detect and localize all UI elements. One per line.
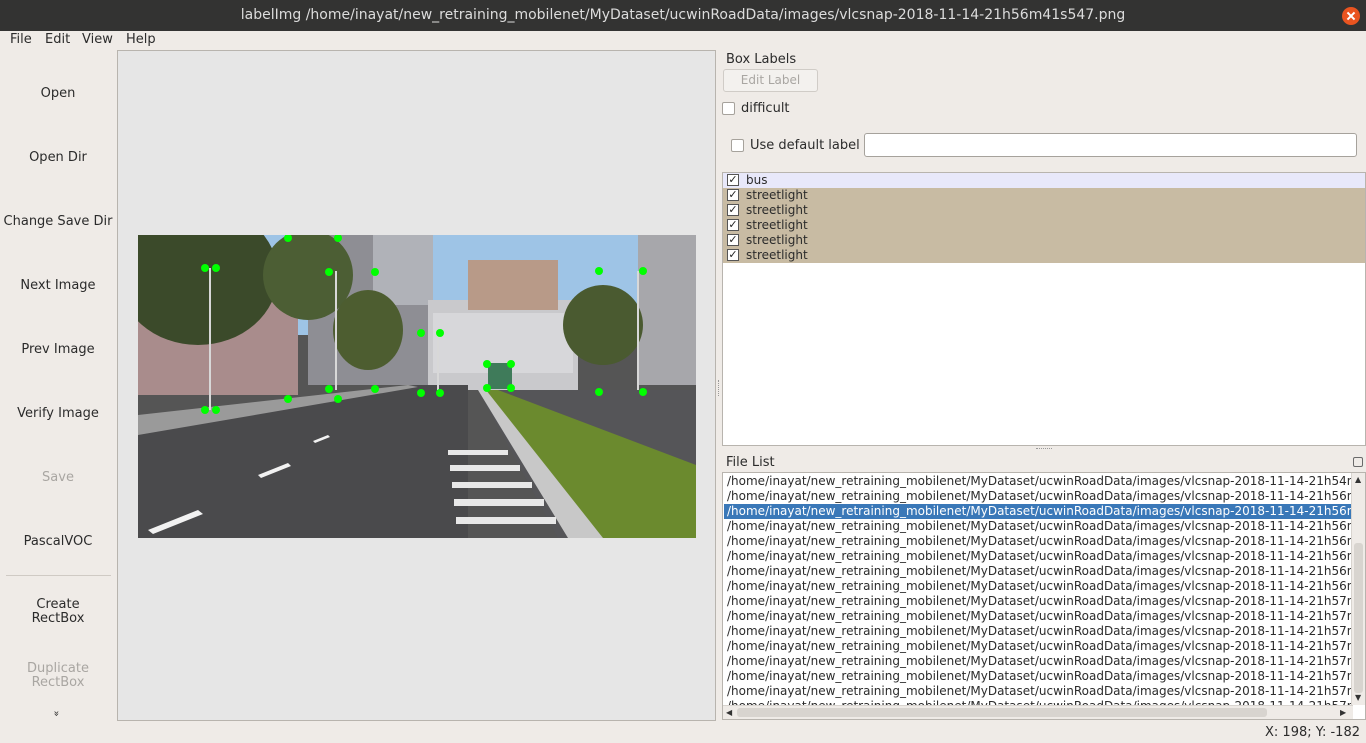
file-list-item[interactable]: /home/inayat/new_retraining_mobilenet/My… — [724, 684, 1352, 699]
file-list-item[interactable]: /home/inayat/new_retraining_mobilenet/My… — [724, 624, 1352, 639]
panel-splitter-vertical[interactable] — [718, 380, 720, 396]
file-list-item[interactable]: /home/inayat/new_retraining_mobilenet/My… — [724, 654, 1352, 669]
file-list-item[interactable]: /home/inayat/new_retraining_mobilenet/My… — [724, 609, 1352, 624]
box-labels-title: Box Labels — [726, 52, 797, 67]
window-title: labelImg /home/inayat/new_retraining_mob… — [240, 7, 1126, 23]
menu-bar: File Edit View Help — [0, 31, 1366, 50]
image-canvas[interactable] — [117, 50, 716, 721]
file-list-item[interactable]: /home/inayat/new_retraining_mobilenet/My… — [724, 504, 1352, 519]
file-list-item[interactable]: /home/inayat/new_retraining_mobilenet/My… — [724, 669, 1352, 684]
file-list-item[interactable]: /home/inayat/new_retraining_mobilenet/My… — [724, 474, 1352, 489]
title-bar: labelImg /home/inayat/new_retraining_mob… — [0, 0, 1366, 31]
file-list-item[interactable]: /home/inayat/new_retraining_mobilenet/My… — [724, 549, 1352, 564]
file-list-item[interactable]: /home/inayat/new_retraining_mobilenet/My… — [724, 534, 1352, 549]
file-list-item[interactable]: /home/inayat/new_retraining_mobilenet/My… — [724, 594, 1352, 609]
horizontal-scroll-handle[interactable] — [737, 708, 1267, 717]
difficult-label: difficult — [741, 101, 790, 116]
difficult-checkbox[interactable] — [722, 102, 735, 115]
label-visibility-checkbox[interactable]: ✓ — [727, 204, 739, 216]
scroll-down-icon[interactable]: ▼ — [1355, 693, 1361, 702]
label-visibility-checkbox[interactable]: ✓ — [727, 234, 739, 246]
create-rectbox-label-line2: RectBox — [31, 611, 85, 626]
file-list-item[interactable]: /home/inayat/new_retraining_mobilenet/My… — [724, 564, 1352, 579]
file-list-item[interactable]: /home/inayat/new_retraining_mobilenet/My… — [724, 579, 1352, 594]
duplicate-rectbox-button[interactable]: Duplicate RectBox — [0, 662, 116, 690]
menu-help[interactable]: Help — [126, 32, 156, 47]
create-rectbox-button[interactable]: Create RectBox — [0, 598, 116, 626]
label-list-item[interactable]: ✓ bus — [723, 173, 1365, 188]
format-pascalvoc-button[interactable]: PascalVOC — [0, 535, 116, 549]
open-button[interactable]: Open — [0, 87, 116, 101]
scroll-up-icon[interactable]: ▲ — [1355, 475, 1361, 484]
label-list-item[interactable]: ✓ streetlight — [723, 248, 1365, 263]
label-list-item[interactable]: ✓ streetlight — [723, 203, 1365, 218]
default-label-input[interactable] — [864, 133, 1357, 157]
panel-splitter-horizontal[interactable] — [1036, 448, 1052, 450]
dock-float-icon[interactable] — [1353, 457, 1363, 467]
toolbar-separator — [6, 575, 111, 576]
duplicate-rectbox-label-line1: Duplicate — [27, 661, 89, 676]
label-name: streetlight — [746, 188, 808, 202]
edit-label-button[interactable]: Edit Label — [723, 69, 818, 92]
prev-image-button[interactable]: Prev Image — [0, 343, 116, 357]
toolbar-extension-chevron-icon[interactable]: » — [51, 710, 62, 716]
label-visibility-checkbox[interactable]: ✓ — [727, 219, 739, 231]
label-visibility-checkbox[interactable]: ✓ — [727, 174, 739, 186]
label-list-item[interactable]: ✓ streetlight — [723, 218, 1365, 233]
open-dir-button[interactable]: Open Dir — [0, 151, 116, 165]
scroll-left-icon[interactable]: ◀ — [726, 708, 732, 717]
annotation-points[interactable] — [201, 235, 647, 414]
label-name: streetlight — [746, 218, 808, 232]
label-name: streetlight — [746, 203, 808, 217]
vertical-scrollbar[interactable]: ▲ ▼ — [1351, 473, 1365, 705]
label-visibility-checkbox[interactable]: ✓ — [727, 189, 739, 201]
close-window-button[interactable] — [1342, 7, 1360, 25]
road-scene-image — [138, 235, 696, 538]
verify-image-button[interactable]: Verify Image — [0, 407, 116, 421]
file-list-item[interactable]: /home/inayat/new_retraining_mobilenet/My… — [724, 489, 1352, 504]
menu-view[interactable]: View — [82, 32, 113, 47]
label-visibility-checkbox[interactable]: ✓ — [727, 249, 739, 261]
vertical-scroll-handle[interactable] — [1354, 543, 1363, 693]
status-bar: X: 198; Y: -182 — [0, 722, 1366, 743]
save-button[interactable]: Save — [0, 471, 116, 485]
label-name: streetlight — [746, 233, 808, 247]
create-rectbox-label-line1: Create — [36, 597, 80, 612]
file-list[interactable]: /home/inayat/new_retraining_mobilenet/My… — [722, 472, 1366, 720]
file-list-item[interactable]: /home/inayat/new_retraining_mobilenet/My… — [724, 639, 1352, 654]
label-name: streetlight — [746, 248, 808, 262]
file-list-item[interactable]: /home/inayat/new_retraining_mobilenet/My… — [724, 519, 1352, 534]
cursor-coordinates: X: 198; Y: -182 — [1265, 725, 1360, 740]
duplicate-rectbox-label-line2: RectBox — [31, 675, 85, 690]
label-list[interactable]: ✓ bus ✓ streetlight ✓ streetlight ✓ streetlight… — [722, 172, 1366, 446]
use-default-label-checkbox[interactable] — [731, 139, 744, 152]
file-list-title: File List — [726, 455, 775, 470]
horizontal-scrollbar[interactable]: ◀ ▶ — [723, 705, 1353, 719]
menu-file[interactable]: File — [10, 32, 32, 47]
next-image-button[interactable]: Next Image — [0, 279, 116, 293]
menu-edit[interactable]: Edit — [45, 32, 70, 47]
use-default-label-text: Use default label — [750, 138, 860, 153]
toolbar: Open Open Dir Change Save Dir Next Image… — [0, 50, 116, 722]
label-list-item[interactable]: ✓ streetlight — [723, 233, 1365, 248]
label-name: bus — [746, 173, 768, 187]
label-list-item[interactable]: ✓ streetlight — [723, 188, 1365, 203]
scroll-right-icon[interactable]: ▶ — [1340, 708, 1346, 717]
change-save-dir-button[interactable]: Change Save Dir — [0, 215, 116, 229]
annotation-overlay[interactable] — [138, 235, 696, 538]
